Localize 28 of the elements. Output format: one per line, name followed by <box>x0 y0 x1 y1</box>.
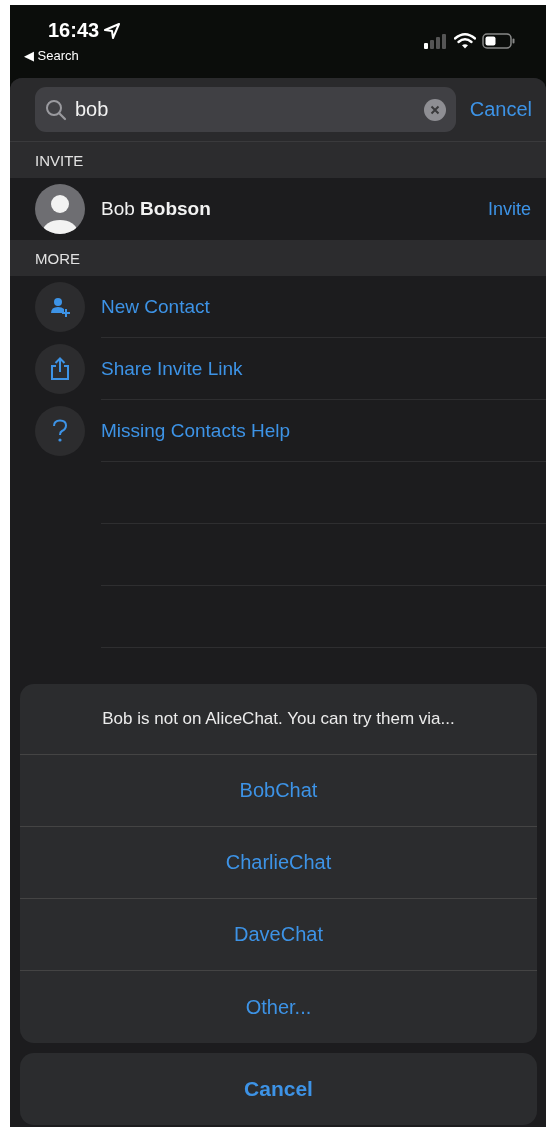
option-button[interactable]: Other... <box>20 971 537 1043</box>
section-header: INVITE <box>10 142 546 178</box>
question-mark-icon <box>35 406 85 456</box>
avatar-icon <box>35 184 85 234</box>
battery-icon <box>482 33 516 49</box>
cancel-button[interactable]: Cancel <box>20 1053 537 1125</box>
clear-icon[interactable] <box>423 98 446 121</box>
option-button[interactable]: BobChat <box>20 755 537 827</box>
signal-icon <box>424 33 448 49</box>
menu-item[interactable]: Missing Contacts Help <box>101 400 546 462</box>
search-input[interactable]: bob <box>75 98 416 121</box>
search-icon <box>45 98 67 121</box>
wifi-icon <box>454 33 476 49</box>
section-header: MORE <box>10 240 546 276</box>
action-sheet-message: Bob is not on AliceChat. You can try them via... <box>20 684 537 755</box>
menu-item[interactable]: New Contact <box>101 276 546 338</box>
cancel-button[interactable]: Cancel <box>469 98 532 121</box>
search-field[interactable]: bob <box>35 87 456 132</box>
menu-item[interactable]: Share Invite Link <box>101 338 546 400</box>
status-time: 16:43 <box>48 19 100 42</box>
contact-name: Bob Bobson <box>101 198 212 220</box>
share-icon <box>35 344 85 394</box>
option-button[interactable]: DaveChat <box>20 899 537 971</box>
person-add-icon <box>35 282 85 332</box>
option-button[interactable]: CharlieChat <box>20 827 537 899</box>
back-link[interactable]: ◀ Search <box>24 48 79 63</box>
location-arrow-icon <box>104 22 121 39</box>
invite-button[interactable]: Invite <box>487 198 531 220</box>
